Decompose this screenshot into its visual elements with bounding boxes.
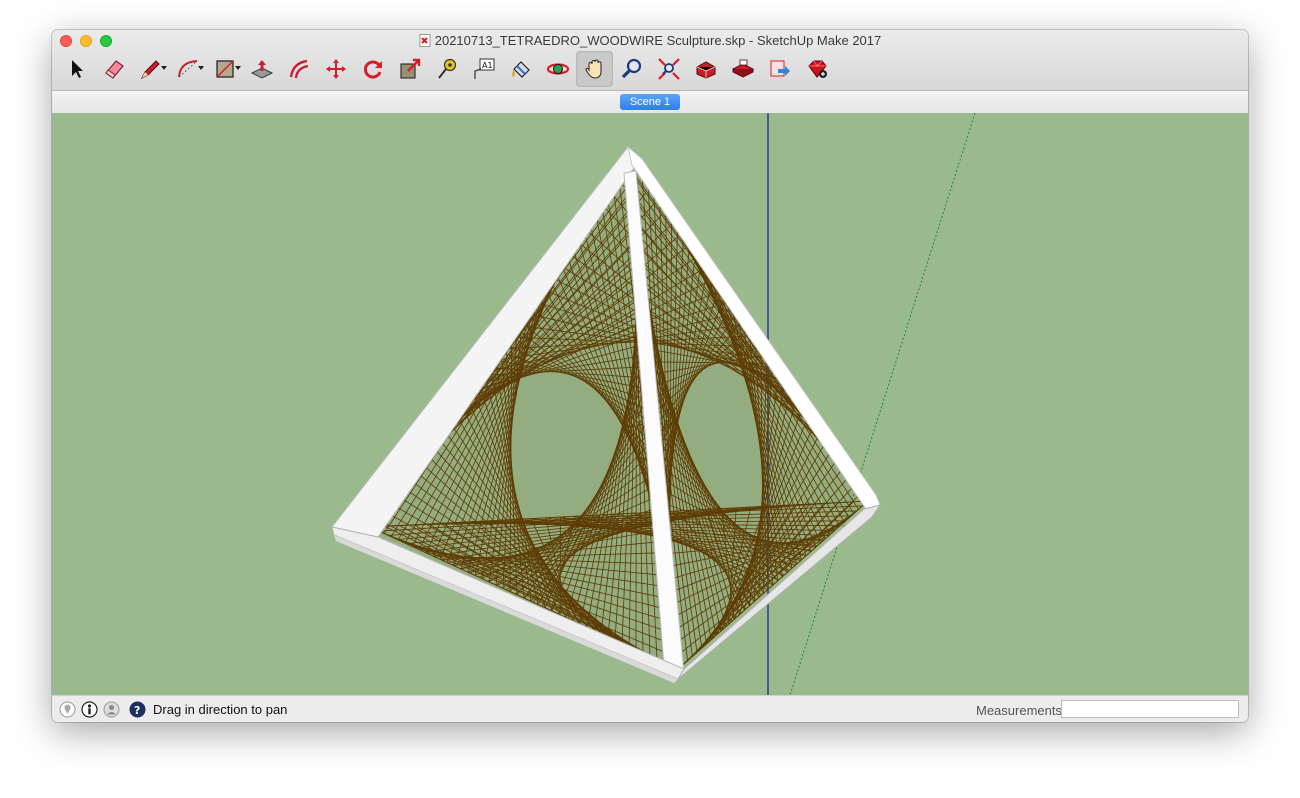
offset-icon <box>289 59 308 79</box>
pencil-icon <box>140 60 160 80</box>
extension-warehouse-icon <box>731 59 754 78</box>
pan-tool-button[interactable] <box>576 51 613 87</box>
scale-icon <box>399 58 420 79</box>
paint-bucket-tool-button[interactable] <box>502 51 539 87</box>
tape-measure-tool-button[interactable] <box>428 51 465 87</box>
line-tool-dropdown-icon[interactable] <box>161 66 167 70</box>
push-pull-icon <box>250 60 273 79</box>
eraser-icon <box>104 60 124 79</box>
title-bar: 20210713_TETRAEDRO_WOODWIRE Sculpture.sk… <box>52 30 1248 91</box>
geo-location-icon[interactable] <box>59 701 76 718</box>
arc-icon <box>177 60 197 78</box>
share-model-tool-button[interactable] <box>761 51 798 87</box>
zoom-extents-icon <box>657 58 680 80</box>
line-tool-button[interactable] <box>132 51 169 87</box>
rectangle-icon <box>215 60 234 78</box>
measurements-input[interactable] <box>1061 700 1239 718</box>
credits-icon[interactable] <box>81 701 98 718</box>
move-tool-button[interactable] <box>317 51 354 87</box>
model-canvas <box>331 113 976 695</box>
svg-text:?: ? <box>134 704 140 717</box>
scene-tab[interactable]: Scene 1 <box>620 94 680 110</box>
orbit-icon <box>546 63 569 75</box>
paint-bucket-icon <box>511 61 530 78</box>
offset-tool-button[interactable] <box>280 51 317 87</box>
scene-tabs-bar: Scene 1 <box>52 91 1248 114</box>
hand-icon <box>584 59 602 79</box>
extension-warehouse-tool-button[interactable] <box>724 51 761 87</box>
measurements-label: Measurements <box>976 703 1062 718</box>
document-icon <box>419 34 431 47</box>
zoom-extents-tool-button[interactable] <box>650 51 687 87</box>
push-pull-tool-button[interactable] <box>243 51 280 87</box>
user-icon[interactable] <box>103 701 120 718</box>
rotate-tool-button[interactable] <box>354 51 391 87</box>
warehouse-icon <box>696 61 715 79</box>
sketchup-window: 20210713_TETRAEDRO_WOODWIRE Sculpture.sk… <box>52 30 1248 722</box>
help-icon[interactable]: ? <box>129 701 146 718</box>
main-toolbar: A1 <box>58 50 835 88</box>
svg-text:A1: A1 <box>482 61 493 70</box>
status-message: Drag in direction to pan <box>153 702 288 717</box>
window-title-area: 20210713_TETRAEDRO_WOODWIRE Sculpture.sk… <box>52 32 1248 50</box>
tape-measure-icon <box>437 58 456 79</box>
arc-tool-dropdown-icon[interactable] <box>198 66 204 70</box>
window-title: 20210713_TETRAEDRO_WOODWIRE Sculpture.sk… <box>434 33 882 48</box>
magnifier-icon <box>621 58 641 79</box>
rotate-icon <box>363 60 382 79</box>
orbit-tool-button[interactable] <box>539 51 576 87</box>
zoom-tool-button[interactable] <box>613 51 650 87</box>
move-icon <box>325 59 346 79</box>
shape-tool-button[interactable] <box>206 51 243 87</box>
arrow-icon <box>71 60 83 78</box>
shape-tool-dropdown-icon[interactable] <box>235 66 241 70</box>
model-viewport[interactable] <box>52 113 1248 695</box>
green-axis <box>789 113 976 695</box>
extension-manager-tool-button[interactable] <box>798 51 835 87</box>
scale-tool-button[interactable] <box>391 51 428 87</box>
status-bar: ? Drag in direction to pan Measurements <box>52 695 1248 722</box>
select-tool-button[interactable] <box>58 51 95 87</box>
eraser-tool-button[interactable] <box>95 51 132 87</box>
arc-tool-button[interactable] <box>169 51 206 87</box>
text-icon: A1 <box>473 58 494 79</box>
warehouse-tool-button[interactable] <box>687 51 724 87</box>
ruby-icon <box>807 60 827 78</box>
text-tool-button[interactable]: A1 <box>465 51 502 87</box>
share-model-icon <box>770 60 790 77</box>
